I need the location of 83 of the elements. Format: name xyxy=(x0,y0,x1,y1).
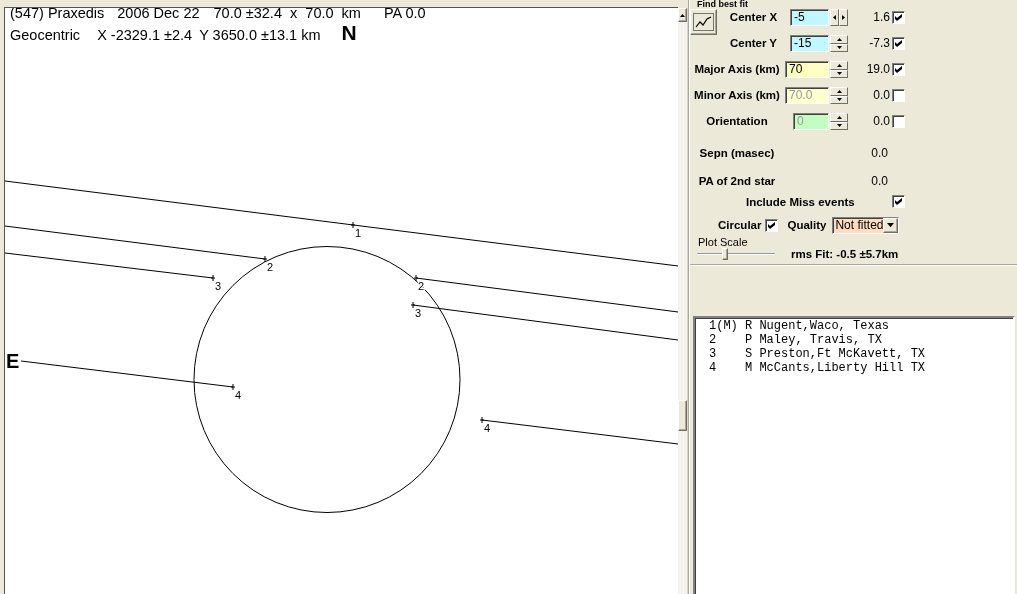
field-label: Center X xyxy=(728,10,779,25)
spin-up-button[interactable] xyxy=(830,61,848,70)
group-title: Find best fit xyxy=(696,0,749,9)
caret-up-icon xyxy=(836,63,842,67)
rms-fit-text: rms Fit: -0.5 ±5.7km xyxy=(791,248,899,260)
caret-left-icon xyxy=(833,15,836,20)
spin-down-button[interactable] xyxy=(830,121,848,130)
checkbox[interactable] xyxy=(892,63,905,76)
observer-item[interactable]: 1(M) R Nugent,Waco, Texas xyxy=(709,319,890,333)
caret-down-icon xyxy=(836,98,842,102)
readout-label: PA of 2nd star xyxy=(697,174,777,189)
field-label: Center Y xyxy=(728,36,779,51)
caret-up-icon xyxy=(836,115,842,119)
readout-value: 0.0 xyxy=(870,173,889,190)
fit-result-value: 0.0 xyxy=(872,87,891,104)
caret-down-icon xyxy=(836,72,842,76)
chord-label: 3 xyxy=(215,280,222,292)
line-chart-icon xyxy=(693,13,714,31)
field-label: Major Axis (km) xyxy=(693,62,781,77)
position-angle-text: PA 0.0 xyxy=(383,8,426,21)
quality-dropdown[interactable]: Not fitted xyxy=(832,216,900,234)
chord-label: 3 xyxy=(415,307,422,319)
spin-down-button[interactable] xyxy=(830,69,848,78)
observer-item[interactable]: 4 M McCants,Liberty Hill TX xyxy=(709,361,926,375)
fit-result-value: 19.0 xyxy=(865,61,891,78)
slider-label: Plot Scale xyxy=(697,237,749,248)
x-coordinate-text: X -2329.1 ±2.4 xyxy=(97,28,193,43)
checkbox[interactable] xyxy=(892,11,905,24)
caret-right-icon xyxy=(842,15,845,20)
observer-item[interactable]: 3 S Preston,Ft McKavett, TX xyxy=(709,347,926,361)
fit-result-value: -7.3 xyxy=(868,35,891,52)
spin-up-button[interactable] xyxy=(830,35,848,44)
input-field[interactable]: 70 xyxy=(785,61,829,78)
readout-value: 0.0 xyxy=(870,145,889,162)
check-icon xyxy=(895,40,902,47)
east-label: E xyxy=(6,350,20,372)
checkbox[interactable] xyxy=(892,195,905,208)
check-icon xyxy=(895,66,902,73)
slider-thumb[interactable] xyxy=(722,248,729,260)
fit-result-value: 0.0 xyxy=(872,113,891,130)
option-label: Circular xyxy=(718,219,762,231)
fit-button[interactable] xyxy=(690,9,717,35)
chord-label: 2 xyxy=(267,261,274,273)
input-field[interactable]: -5 xyxy=(790,9,829,26)
spin-up-button[interactable] xyxy=(830,113,848,122)
caret-down-icon xyxy=(887,222,895,228)
observer-list[interactable]: 1(M) R Nugent,Waco, Texas 2 P Maley, Travis, TX 3 S Preston,Ft McKavett, TX 4 M McCants,Liberty Hill TX xyxy=(693,316,1015,594)
check-icon xyxy=(768,221,776,229)
vertical-scrollbar[interactable] xyxy=(678,8,688,594)
check-icon xyxy=(895,14,902,21)
caret-down-icon xyxy=(836,124,842,128)
check-icon xyxy=(895,198,902,205)
scroll-up-button[interactable] xyxy=(678,8,687,22)
field-label: Minor Axis (km) xyxy=(693,88,781,103)
caret-down-icon xyxy=(836,46,842,50)
checkbox[interactable] xyxy=(892,37,905,50)
field-label: Orientation xyxy=(705,114,769,129)
chord-label: 4 xyxy=(235,389,242,401)
y-coordinate-text: Y 3650.0 ±13.1 km xyxy=(199,28,321,43)
chord-label: 1 xyxy=(355,227,362,239)
chord-label: 4 xyxy=(484,422,491,434)
size-text: 70.0 ±32.4 x 70.0 km xyxy=(213,8,361,21)
observer-item[interactable]: 2 P Maley, Travis, TX xyxy=(709,333,882,347)
spin-right-button[interactable] xyxy=(839,9,848,26)
input-field[interactable]: -15 xyxy=(790,35,829,52)
geocentric-label: Geocentric xyxy=(10,28,81,43)
spin-left-button[interactable] xyxy=(830,9,839,26)
option-label: Quality xyxy=(787,219,827,231)
checkbox[interactable] xyxy=(765,218,779,232)
fit-result-value: 1.6 xyxy=(872,9,891,26)
event-title: (547) Praxedis xyxy=(10,8,105,21)
caret-up-icon xyxy=(836,89,842,93)
option-label: Include Miss events xyxy=(745,195,856,209)
spin-down-button[interactable] xyxy=(830,95,848,104)
spin-up-button[interactable] xyxy=(830,87,848,96)
dropdown-button[interactable] xyxy=(883,217,899,233)
north-label: N xyxy=(341,25,357,40)
event-date: 2006 Dec 22 xyxy=(117,8,200,21)
readout-label: Sepn (masec) xyxy=(698,146,776,161)
caret-up-icon xyxy=(680,13,685,17)
spin-down-button[interactable] xyxy=(830,43,848,52)
caret-up-icon xyxy=(836,37,842,41)
scrollbar-thumb[interactable] xyxy=(678,400,687,431)
